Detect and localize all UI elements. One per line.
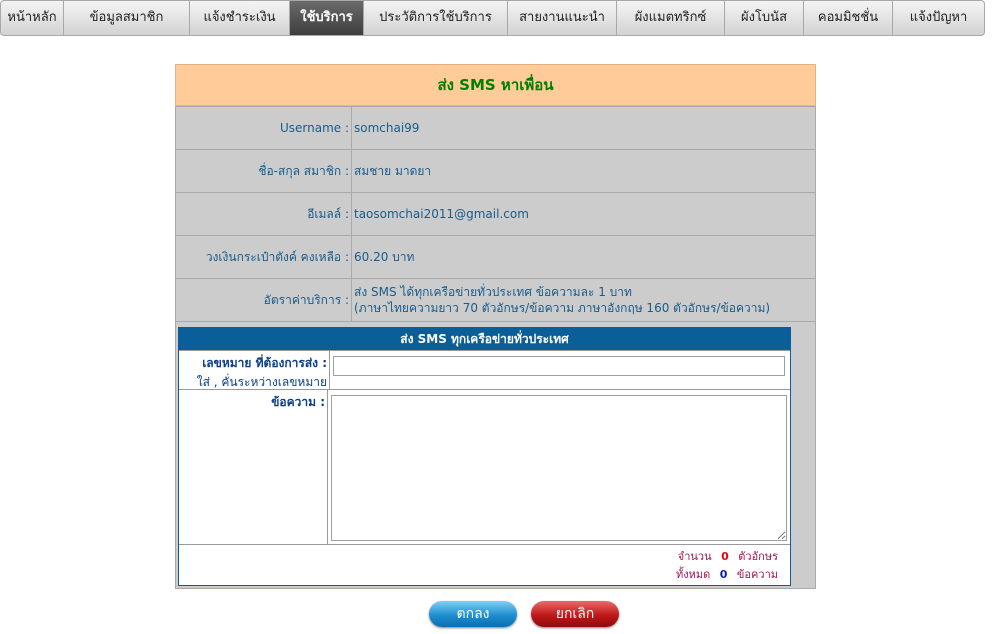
submit-button[interactable]: ตกลง bbox=[429, 601, 517, 627]
msg-count-label: ทั้งหมด bbox=[675, 568, 711, 581]
balance-value: 60.20 บาท bbox=[351, 235, 816, 279]
email-label: อีเมลล์ : bbox=[175, 192, 352, 236]
char-count: 0 bbox=[721, 550, 729, 563]
username-row: Username : somchai99 bbox=[175, 106, 816, 150]
username-label: Username : bbox=[175, 106, 352, 150]
email-row: อีเมลล์ : taosomchai2011@gmail.com bbox=[175, 192, 816, 236]
balance-row: วงเงินกระเป๋าตังค์ คงเหลือ : 60.20 บาท bbox=[175, 235, 816, 279]
sms-form: ส่ง SMS ทุกเครือข่ายทั่วประเทศ เลขหมาย ท… bbox=[178, 327, 791, 586]
message-cell bbox=[328, 390, 790, 544]
sms-form-header: ส่ง SMS ทุกเครือข่ายทั่วประเทศ bbox=[179, 328, 790, 350]
phone-cell bbox=[330, 351, 790, 389]
message-row: ข้อความ : bbox=[179, 389, 790, 544]
message-label: ข้อความ : bbox=[179, 390, 328, 544]
phone-label-text: เลขหมาย ที่ต้องการส่ง : bbox=[202, 356, 327, 370]
member-info-table: Username : somchai99 ชื่อ-สกุล สมาชิก : … bbox=[175, 106, 816, 322]
page-title: ส่ง SMS หาเพื่อน bbox=[175, 64, 816, 106]
msg-counter: ทั้งหมด 0 ข้อความ bbox=[179, 567, 790, 585]
char-counter: จำนวน 0 ตัวอักษร bbox=[179, 545, 790, 567]
name-value: สมชาย มาดยา bbox=[351, 149, 816, 193]
nav-services[interactable]: ใช้บริการ bbox=[290, 0, 364, 36]
phone-label: เลขหมาย ที่ต้องการส่ง : ใส่ , คั่นระหว่า… bbox=[179, 351, 330, 389]
counter-row: จำนวน 0 ตัวอักษร ทั้งหมด 0 ข้อความ bbox=[179, 544, 790, 585]
username-value: somchai99 bbox=[351, 106, 816, 150]
nav-bonus-chart[interactable]: ผังโบนัส bbox=[725, 0, 804, 36]
nav-member-info[interactable]: ข้อมูลสมาชิก bbox=[64, 0, 190, 36]
rate-line-1: ส่ง SMS ได้ทุกเครือข่ายทั่วประเทศ ข้อควา… bbox=[354, 285, 632, 299]
rate-row: อัตราค่าบริการ : ส่ง SMS ได้ทุกเครือข่าย… bbox=[175, 278, 816, 322]
char-count-label: จำนวน bbox=[677, 550, 712, 563]
phone-row: เลขหมาย ที่ต้องการส่ง : ใส่ , คั่นระหว่า… bbox=[179, 350, 790, 389]
name-label: ชื่อ-สกุล สมาชิก : bbox=[175, 149, 352, 193]
top-nav: หน้าหลัก ข้อมูลสมาชิก แจ้งชำระเงิน ใช้บร… bbox=[0, 0, 994, 36]
rate-value: ส่ง SMS ได้ทุกเครือข่ายทั่วประเทศ ข้อควา… bbox=[351, 278, 816, 322]
balance-label: วงเงินกระเป๋าตังค์ คงเหลือ : bbox=[175, 235, 352, 279]
msg-count-unit: ข้อความ bbox=[736, 568, 778, 581]
email-value: taosomchai2011@gmail.com bbox=[351, 192, 816, 236]
nav-report-problem[interactable]: แจ้งปัญหา bbox=[893, 0, 985, 36]
sms-form-wrapper: ส่ง SMS ทุกเครือข่ายทั่วประเทศ เลขหมาย ท… bbox=[175, 322, 816, 589]
nav-matrix-chart[interactable]: ผังแมตทริกซ์ bbox=[617, 0, 725, 36]
msg-count: 0 bbox=[719, 568, 728, 581]
nav-service-history[interactable]: ประวัติการใช้บริการ bbox=[364, 0, 508, 36]
sms-panel: ส่ง SMS หาเพื่อน Username : somchai99 ชื… bbox=[175, 64, 816, 589]
name-row: ชื่อ-สกุล สมาชิก : สมชาย มาดยา bbox=[175, 149, 816, 193]
nav-referral-line[interactable]: สายงานแนะนำ bbox=[508, 0, 617, 36]
cancel-button[interactable]: ยกเลิก bbox=[531, 601, 619, 627]
rate-label: อัตราค่าบริการ : bbox=[175, 278, 352, 322]
nav-commission[interactable]: คอมมิชชั่น bbox=[804, 0, 893, 36]
message-textarea[interactable] bbox=[331, 395, 787, 541]
phone-number-input[interactable] bbox=[333, 356, 785, 376]
char-count-unit: ตัวอักษร bbox=[738, 550, 778, 563]
rate-line-2: (ภาษาไทยความยาว 70 ตัวอักษร/ข้อความ ภาษา… bbox=[354, 301, 771, 315]
nav-payment[interactable]: แจ้งชำระเงิน bbox=[190, 0, 290, 36]
nav-home[interactable]: หน้าหลัก bbox=[0, 0, 64, 36]
